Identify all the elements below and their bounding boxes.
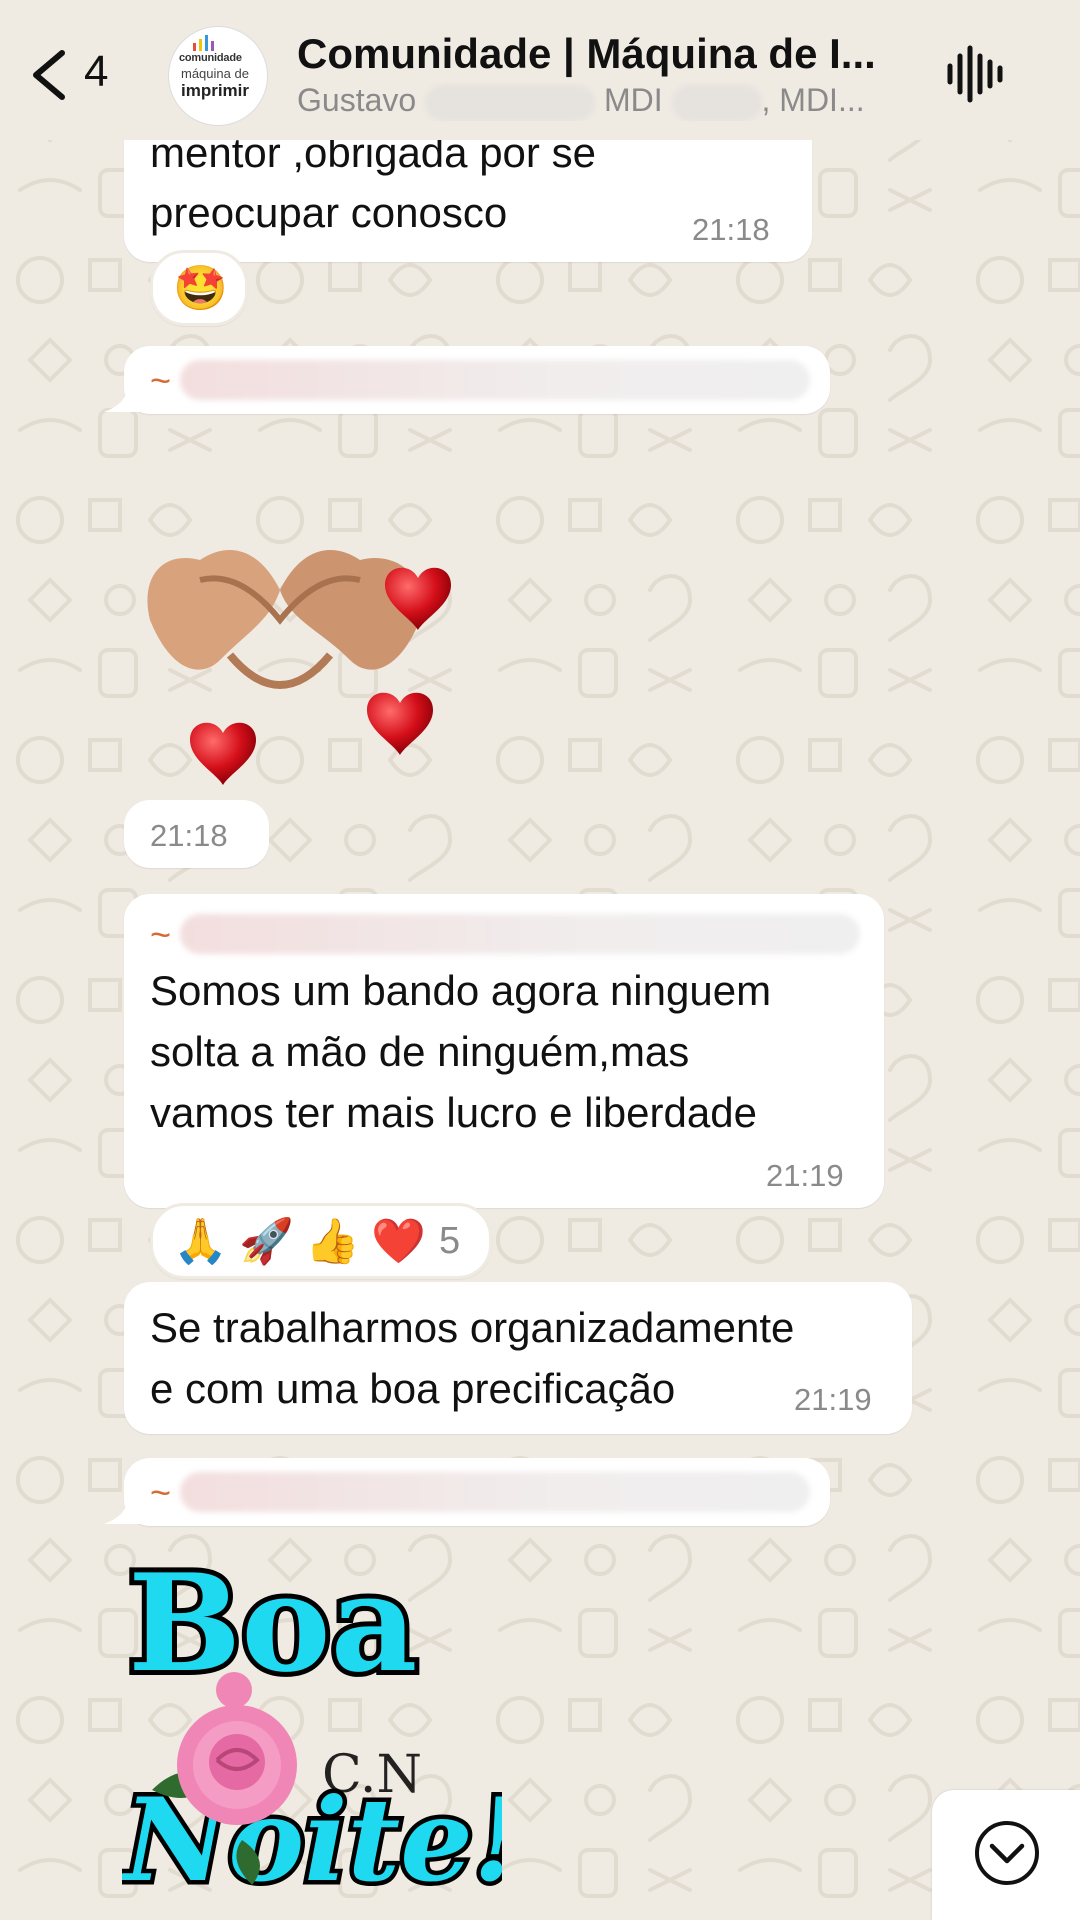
redacted-sender-name — [180, 360, 810, 400]
scroll-to-bottom-button[interactable] — [932, 1790, 1080, 1920]
redacted-sender-name — [180, 1472, 810, 1512]
chat-header: 4 comunidade máquina de imprimir Comunid… — [0, 0, 1080, 140]
sender-bubble[interactable]: ~ — [124, 346, 830, 414]
reaction-emoji: ❤️ — [371, 1217, 426, 1266]
participant-name: MDI — [603, 82, 663, 118]
sender-tilde: ~ — [150, 914, 172, 955]
redacted-name — [425, 84, 596, 121]
chat-participants[interactable]: Gustavo MDI , MDI... — [297, 82, 907, 121]
message-time: 21:19 — [766, 1158, 844, 1193]
message-text: vamos ter mais lucro e liberdade — [150, 1089, 757, 1136]
message-time: 21:19 — [794, 1382, 872, 1417]
message-text: Somos um bando agora ninguem — [150, 967, 772, 1014]
participant-name: Gustavo — [297, 82, 417, 118]
message-text: e com uma boa precificação — [150, 1365, 676, 1412]
chevron-down-icon — [975, 1821, 1039, 1885]
sender-bubble[interactable]: ~ — [124, 1458, 830, 1526]
sticker-time-pill: 21:18 — [124, 800, 269, 868]
message-bubble[interactable]: Se trabalharmos organizadamente e com um… — [124, 1282, 912, 1434]
redacted-sender-name — [180, 914, 860, 954]
reaction-emoji: 🙏 — [173, 1217, 228, 1266]
message-time: 21:18 — [150, 818, 228, 853]
unread-count[interactable]: 4 — [84, 47, 108, 97]
chevron-left-icon — [33, 50, 65, 100]
reaction-pill[interactable]: 🙏 🚀 👍 ❤️ 5 — [150, 1203, 492, 1279]
avatar-text-2: máquina de — [181, 66, 249, 81]
waveform-icon[interactable] — [945, 44, 1005, 104]
bubble-tail-icon — [104, 376, 144, 412]
bubble-tail-icon — [104, 1488, 144, 1524]
heart-hands-sticker[interactable] — [130, 430, 470, 790]
message-time: 21:18 — [692, 212, 770, 247]
avatar-text-1: comunidade — [179, 52, 242, 64]
group-avatar[interactable]: comunidade máquina de imprimir — [168, 26, 268, 126]
reaction-pill[interactable]: 🤩 — [150, 250, 248, 326]
redacted-name — [671, 84, 762, 121]
chat-title[interactable]: Comunidade | Máquina de I... — [297, 30, 907, 78]
participant-name: , MDI... — [761, 82, 865, 118]
sender-tilde: ~ — [150, 360, 172, 401]
message-text: Se trabalharmos organizadamente — [150, 1304, 795, 1351]
message-text: preocupar conosco — [150, 189, 508, 236]
message-text: solta a mão de ninguém,mas — [150, 1028, 690, 1075]
sender-tilde: ~ — [150, 1472, 172, 1513]
reaction-emoji: 👍 — [305, 1217, 360, 1266]
reaction-count: 5 — [439, 1220, 461, 1262]
logo-bars-icon — [193, 35, 214, 51]
back-button[interactable] — [20, 45, 80, 105]
reaction-emoji: 🤩 — [173, 264, 228, 313]
sticker-word-boa: Boa — [128, 1544, 417, 1702]
message-bubble[interactable]: ~ Somos um bando agora ninguem solta a m… — [124, 894, 884, 1208]
boa-noite-sticker[interactable]: Boa C.N Noite! — [122, 1540, 502, 1900]
avatar-text-3: imprimir — [181, 81, 250, 100]
reaction-emoji: 🚀 — [239, 1217, 294, 1266]
